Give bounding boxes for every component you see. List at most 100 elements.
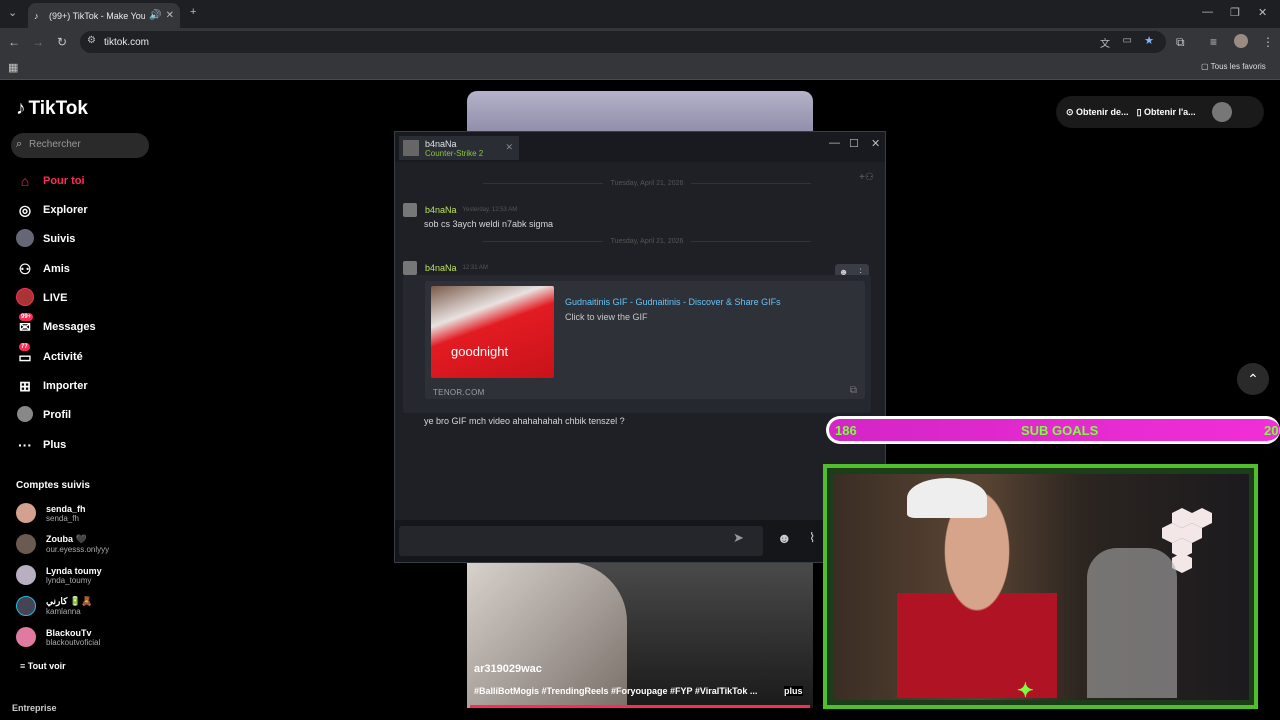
followed-account[interactable]: Lynda toumy lynda_toumy <box>16 565 102 585</box>
live-icon <box>16 287 34 309</box>
browser-tab-strip: ⌄ ♪ (99+) TikTok - Make Your Da 🔊 ✕ + — … <box>0 0 1280 28</box>
nav-label: Profil <box>43 409 72 421</box>
chat-tab[interactable]: b4naNa Counter-Strike 2 ✕ <box>399 136 519 160</box>
see-all-link[interactable]: ≡ Tout voir <box>20 661 66 671</box>
video-progress-bar[interactable] <box>470 705 810 708</box>
close-tab-icon[interactable]: ✕ <box>505 142 513 153</box>
maximize-icon[interactable]: ☐ <box>849 137 859 150</box>
gif-preview[interactable]: goodnight <box>431 286 554 378</box>
enterprise-link[interactable]: Entreprise <box>12 703 57 713</box>
top-right-actions: ⊙ Obtenir de... ▯ Obtenir l'a... <box>1056 96 1264 128</box>
nav-label: Explorer <box>43 204 88 216</box>
gif-embed-card[interactable]: goodnight Gudnaitinis GIF - Gudnaitinis … <box>425 281 865 399</box>
copy-link-icon[interactable]: ⧉ <box>850 385 857 396</box>
message-header: b4naNa Yesterday, 12:53 AM <box>403 203 517 217</box>
account-handle: senda_fh <box>46 513 79 523</box>
following-avatar-icon <box>16 228 34 250</box>
chrome-menu-icon[interactable]: ⋮ <box>1262 35 1274 49</box>
author-name[interactable]: b4naNa <box>425 205 457 215</box>
followed-account[interactable]: كارني 🔋🧸 kamlanna <box>16 596 92 616</box>
video-player-top[interactable] <box>467 91 813 136</box>
apps-grid-icon[interactable]: ▦ <box>8 61 18 75</box>
minimize-icon[interactable]: — <box>829 137 840 149</box>
browser-tab[interactable]: ♪ (99+) TikTok - Make Your Da 🔊 ✕ <box>28 3 180 28</box>
tiktok-logo[interactable]: ♪ TikTok <box>16 98 88 120</box>
extensions-icon[interactable]: ⧉ <box>1176 35 1185 49</box>
video-hashtags[interactable]: #BalliBotMogis #TrendingReels #Foryoupag… <box>474 686 804 696</box>
profile-icon <box>16 405 34 425</box>
account-name: Zouba 🖤 <box>46 534 87 544</box>
sub-goals-bar: 186 SUB GOALS 200 <box>826 416 1280 444</box>
nav-profil[interactable]: Profil <box>16 405 72 425</box>
translate-icon[interactable]: 文 <box>1100 35 1110 50</box>
avatar <box>16 627 36 647</box>
nav-explorer[interactable]: ◎ Explorer <box>16 201 88 219</box>
nav-importer[interactable]: ⊞ Importer <box>16 377 88 395</box>
followed-account[interactable]: Zouba 🖤 our.eyesss.onlyyy <box>16 534 109 554</box>
activity-icon: ▭ 77 <box>18 342 32 365</box>
home-icon: ⌂ <box>20 173 30 189</box>
streamer-cap <box>907 478 987 518</box>
profile-avatar[interactable] <box>1234 34 1248 48</box>
all-bookmarks-label: Tous les favoris <box>1210 62 1266 71</box>
friends-icon: ⚇ <box>18 260 32 277</box>
followed-account[interactable]: BlackouTv blackoutvoficial <box>16 627 100 647</box>
nav-amis[interactable]: ⚇ Amis <box>16 260 70 278</box>
bookmark-star-icon[interactable]: ★ <box>1144 34 1154 47</box>
steam-chat-window: b4naNa Counter-Strike 2 ✕ — ☐ ✕ +⚇ Tuesd… <box>394 131 886 563</box>
chat-message-input[interactable] <box>399 526 763 556</box>
date-separator: Tuesday, April 21, 2026 <box>419 180 875 187</box>
nav-live[interactable]: LIVE <box>16 287 67 309</box>
gif-embed-block: goodnight Gudnaitinis GIF - Gudnaitinis … <box>403 275 871 413</box>
nav-pour-toi[interactable]: ⌂ Pour toi <box>16 172 85 190</box>
new-tab-button[interactable]: + <box>190 6 196 18</box>
nav-activite[interactable]: ▭ 77 Activité <box>16 342 83 366</box>
chevron-up-icon: ⌃ <box>1247 371 1259 387</box>
cast-icon[interactable]: ▭ <box>1123 35 1132 46</box>
restore-window-icon[interactable]: ❐ <box>1230 6 1240 19</box>
send-icon[interactable]: ➤ <box>733 530 744 546</box>
emoticon-icon[interactable]: ☻ <box>777 530 792 546</box>
avatar <box>16 565 36 585</box>
search-input[interactable]: ⌕ Rechercher <box>11 133 149 158</box>
attachment-icon[interactable]: ⌇ <box>809 530 815 546</box>
nav-label: Importer <box>43 380 88 392</box>
close-icon[interactable]: ✕ <box>871 137 880 150</box>
video-author[interactable]: ar319029wac <box>474 663 542 675</box>
reload-icon[interactable]: ↻ <box>57 35 67 49</box>
tab-search-icon[interactable]: ⌄ <box>8 6 17 19</box>
gif-caption: goodnight <box>451 344 509 359</box>
video-more-link[interactable]: plus <box>784 686 803 696</box>
author-avatar <box>403 203 417 217</box>
site-info-icon[interactable]: ⚙ <box>87 35 96 46</box>
see-all-label: Tout voir <box>27 661 66 671</box>
tab-audio-icon[interactable]: 🔊 <box>149 10 161 21</box>
forward-icon[interactable]: → <box>32 35 44 49</box>
nav-label: Plus <box>43 439 67 451</box>
messages-badge: 99+ <box>19 312 34 321</box>
get-app-button[interactable]: ▯ Obtenir l'a... <box>1137 107 1196 118</box>
author-name[interactable]: b4naNa <box>425 263 457 273</box>
scroll-up-button[interactable]: ⌃ <box>1237 363 1269 395</box>
message-header: b4naNa 12:31 AM <box>403 261 488 275</box>
close-window-icon[interactable]: ✕ <box>1258 6 1267 19</box>
get-coins-button[interactable]: ⊙ Obtenir de... <box>1066 107 1129 118</box>
nav-messages[interactable]: ✉ 99+ Messages <box>16 312 96 336</box>
chat-input-row: ➤ ☻ ⌇ <box>395 520 885 562</box>
media-control-icon[interactable]: ≡ <box>1210 35 1217 49</box>
back-icon[interactable]: ← <box>8 35 20 49</box>
nav-suivis[interactable]: Suivis <box>16 228 75 250</box>
account-handle: lynda_toumy <box>46 575 92 585</box>
all-bookmarks-folder[interactable]: ▢ Tous les favoris <box>1201 62 1266 71</box>
minimize-window-icon[interactable]: — <box>1202 6 1213 18</box>
tiktok-note-icon: ♪ <box>16 98 26 119</box>
user-avatar[interactable] <box>1211 102 1232 122</box>
activity-badge: 77 <box>19 342 30 351</box>
nav-plus[interactable]: ··· Plus <box>16 436 66 454</box>
friend-avatar <box>403 140 419 156</box>
tiktok-favicon-icon: ♪ <box>34 10 39 21</box>
tab-close-icon[interactable]: ✕ <box>166 10 174 21</box>
embed-title-link[interactable]: Gudnaitinis GIF - Gudnaitinis - Discover… <box>565 297 781 307</box>
url-bar[interactable]: ⚙ tiktok.com 文 ▭ ★ <box>80 31 1166 53</box>
followed-account[interactable]: senda_fh senda_fh <box>16 503 86 523</box>
